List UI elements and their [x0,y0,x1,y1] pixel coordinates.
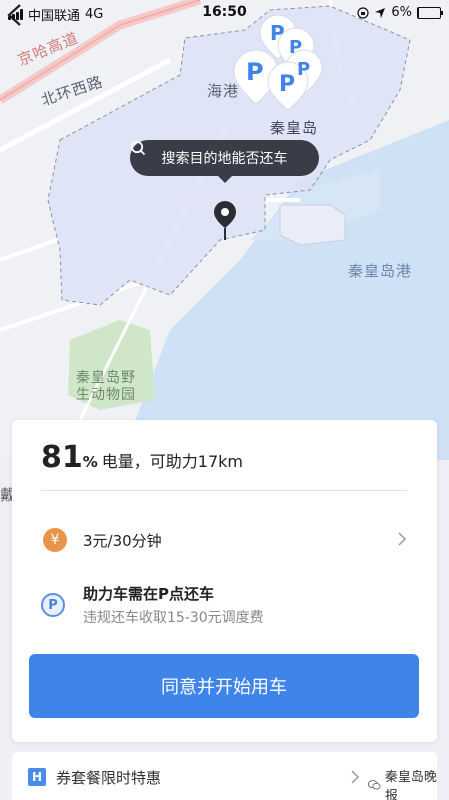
watermark-text: 秦皇岛晚报 [384,770,437,800]
agree-start-ride-button[interactable]: 同意并开始用车 [29,654,419,718]
parking-p-icon: P [41,593,65,617]
price-row[interactable]: ¥ 3元/30分钟 [41,525,407,555]
svg-text:P: P [246,58,264,86]
battery-unit: % [82,453,98,471]
battery-number: 81 [41,440,83,475]
parking-rule-title: 助力车需在P点还车 [83,585,214,603]
status-bar: 中国联通 4G 16:50 6% [0,0,449,26]
wechat-icon [368,780,381,790]
location-arrow-icon [375,7,386,18]
price-text: 3元/30分钟 [83,531,162,550]
search-icon [130,140,146,156]
lock-rotation-icon [357,6,369,19]
chevron-right-icon [351,770,360,784]
bike-info-card: 81 % 电量，可助力17km ¥ 3元/30分钟 P 助力车需在P点还车 违规… [12,420,437,742]
battery-info: 81 % 电量，可助力17km [41,440,243,475]
location-pin-icon [214,201,236,240]
yuan-icon: ¥ [43,528,67,552]
parking-rule: P 助力车需在P点还车 违规还车收取15-30元调度费 [41,583,407,629]
map-label-port: 秦皇岛港 [348,262,413,280]
svg-text:P: P [297,59,310,80]
svg-text:P: P [279,72,295,97]
parking-rule-subtitle: 违规还车收取15-30元调度费 [83,610,264,626]
search-destination-bubble[interactable]: 搜索目的地能否还车 [130,140,319,183]
battery-percent: 6% [391,5,412,20]
map-label-zoo: 秦皇岛野 生动物园 [76,370,136,403]
h-brand-icon: H [28,768,46,786]
battery-fill [418,7,420,18]
battery-range-text: 电量，可助力17km [101,452,243,471]
chevron-right-icon [398,532,407,546]
screen: 京哈高道 北环西路 海港 秦皇岛 秦皇岛港 秦皇岛野 生动物园 戴 P P P … [0,0,449,800]
promo-bar[interactable]: H 券套餐限时特惠 秦皇岛晚报 [12,752,437,800]
search-hint-text: 搜索目的地能否还车 [161,151,288,167]
parking-markers[interactable]: P P P P P [228,10,338,130]
watermark: 秦皇岛晚报 [368,766,437,800]
svg-text:P: P [289,37,302,58]
divider [41,490,407,491]
map-view[interactable]: 京哈高道 北环西路 海港 秦皇岛 秦皇岛港 秦皇岛野 生动物园 戴 P P P … [0,0,449,504]
promo-text: 券套餐限时特惠 [56,769,162,787]
battery-icon [417,6,443,19]
